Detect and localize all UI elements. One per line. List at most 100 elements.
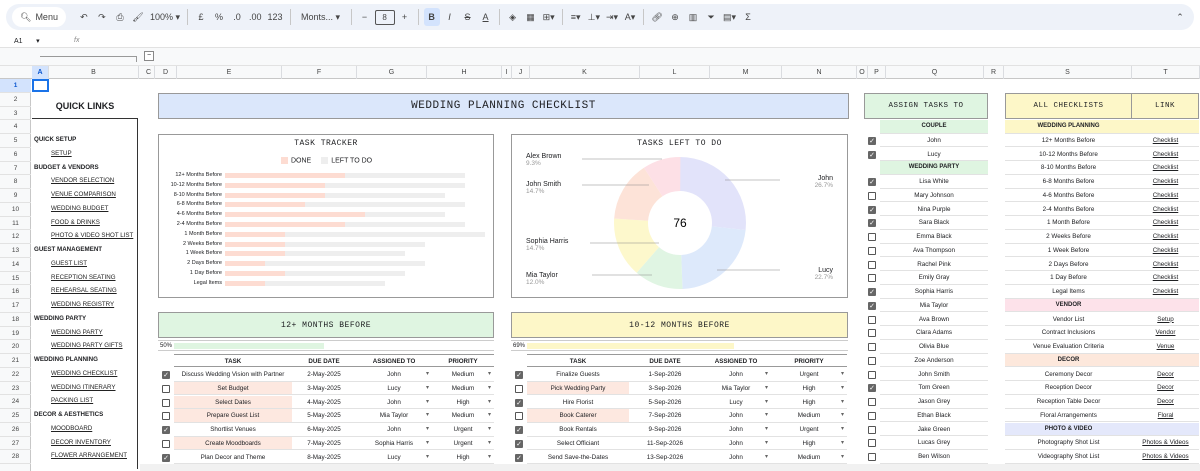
priority-dropdown[interactable]: High [432,396,494,410]
assignee-dropdown[interactable]: John [701,451,771,465]
quick-link[interactable]: WEDDING PARTY [51,326,103,339]
quick-link[interactable]: WEDDING ITINERARY [51,381,116,394]
quick-link[interactable]: WEDDING REGISTRY [51,298,114,311]
assign-checkbox[interactable] [868,329,876,338]
column-header[interactable]: C [143,66,155,79]
font-select[interactable]: Monts... ▾ [296,8,346,26]
task-checkbox[interactable] [515,412,523,421]
assign-checkbox[interactable] [868,411,876,420]
assign-checkbox[interactable]: ✓ [868,136,876,145]
row-header[interactable]: 11 [0,217,31,231]
column-header[interactable]: E [177,66,282,79]
row-header[interactable]: 3 [0,107,31,121]
fill-color-icon[interactable]: ◈ [505,8,521,26]
checklist-link[interactable]: Checklist [1132,148,1199,162]
paint-format-icon[interactable]: 🖌︎ [130,8,146,26]
priority-dropdown[interactable]: Urgent [771,423,847,437]
task-checkbox[interactable] [162,384,170,393]
quick-link[interactable]: VENUE COMPARISON [51,188,116,201]
priority-dropdown[interactable]: High [771,437,847,451]
row-header[interactable]: 19 [0,327,31,341]
quick-link[interactable]: VENDOR SELECTION [51,174,114,187]
text-wrap-icon[interactable]: ⇥▾ [604,8,620,26]
filter-icon[interactable]: ⏷ [703,8,719,26]
font-size-increase-button[interactable]: + [397,8,413,26]
quick-link[interactable]: FLOWER ARRANGEMENT [51,449,127,462]
column-header[interactable]: O [857,66,868,79]
borders-icon[interactable]: ▦ [523,8,539,26]
row-header[interactable]: 22 [0,368,31,382]
currency-button[interactable]: £ [193,8,209,26]
assign-checkbox[interactable] [868,356,876,365]
align-horizontal-icon[interactable]: ≡▾ [568,8,584,26]
checklist-link[interactable]: Vendor [1132,326,1199,340]
row-header[interactable]: 18 [0,313,31,327]
assignee-dropdown[interactable]: John [356,368,432,382]
checklist-link[interactable]: Checklist [1132,175,1199,189]
assignee-dropdown[interactable]: John [701,368,771,382]
checklist-link[interactable]: Checklist [1132,134,1199,148]
priority-dropdown[interactable]: Medium [771,451,847,465]
selected-cell[interactable] [32,79,49,92]
assignee-dropdown[interactable]: John [701,437,771,451]
link-icon[interactable]: 🔗︎ [649,8,665,26]
italic-icon[interactable]: I [442,8,458,26]
quick-link[interactable]: DECOR INVENTORY [51,436,111,449]
column-header[interactable]: H [427,66,502,79]
checklist-link[interactable]: Checklist [1132,258,1199,272]
row-header[interactable]: 5 [0,134,31,148]
quick-link[interactable]: REHEARSAL SEATING [51,284,117,297]
row-header[interactable]: 26 [0,423,31,437]
task-checkbox[interactable]: ✓ [515,398,523,407]
priority-dropdown[interactable]: Medium [432,382,494,396]
row-header[interactable]: 7 [0,162,31,176]
checklist-link[interactable]: Floral [1132,409,1199,423]
checklist-link[interactable]: Decor [1132,368,1199,382]
functions-icon[interactable]: Σ [740,8,756,26]
task-checkbox[interactable]: ✓ [162,426,170,434]
row-header[interactable]: 28 [0,450,31,464]
merge-cells-icon[interactable]: ⊞▾ [541,8,557,26]
chart-icon[interactable]: ▥ [685,8,701,26]
assign-checkbox[interactable] [868,260,876,269]
row-header[interactable]: 2 [0,93,31,107]
row-header[interactable]: 13 [0,244,31,258]
font-size-input[interactable]: 8 [374,9,395,25]
row-header[interactable]: 8 [0,175,31,189]
assignee-dropdown[interactable]: Mia Taylor [356,409,432,423]
column-header[interactable]: R [984,66,1004,79]
column-header[interactable]: S [1004,66,1132,79]
filter-views-icon[interactable]: ▤▾ [721,8,738,26]
quick-link[interactable]: WEDDING CHECKLIST [51,367,117,380]
assign-checkbox[interactable] [868,233,876,241]
column-header[interactable]: B [49,66,139,79]
column-header[interactable]: F [282,66,357,79]
assign-checkbox[interactable] [868,315,876,324]
assign-checkbox[interactable]: ✓ [868,150,876,159]
task-checkbox[interactable]: ✓ [515,371,523,379]
priority-dropdown[interactable]: Urgent [771,368,847,382]
row-header[interactable]: 12 [0,230,31,244]
assignee-dropdown[interactable]: John [356,423,432,437]
assignee-dropdown[interactable]: John [356,396,432,410]
column-header[interactable]: G [357,66,427,79]
checklist-link[interactable]: Checklist [1132,161,1199,175]
priority-dropdown[interactable]: High [771,382,847,396]
increase-decimal-button[interactable]: .00 [247,8,264,26]
row-header[interactable]: 9 [0,189,31,203]
row-header[interactable]: 10 [0,203,31,217]
row-header[interactable]: 21 [0,354,31,368]
checklist-link[interactable]: Checklist [1132,203,1199,217]
assign-checkbox[interactable] [868,453,876,461]
task-checkbox[interactable]: ✓ [515,426,523,434]
quick-link[interactable]: MOODBOARD [51,422,92,435]
task-checkbox[interactable] [515,384,523,393]
assign-checkbox[interactable] [868,274,876,283]
comment-icon[interactable]: ⊕ [667,8,683,26]
assign-checkbox[interactable] [868,246,876,255]
print-icon[interactable]: ⎙ [112,8,128,26]
task-checkbox[interactable]: ✓ [515,439,523,448]
row-header[interactable]: 6 [0,148,31,162]
assign-checkbox[interactable] [868,439,876,448]
assign-checkbox[interactable] [868,343,876,351]
